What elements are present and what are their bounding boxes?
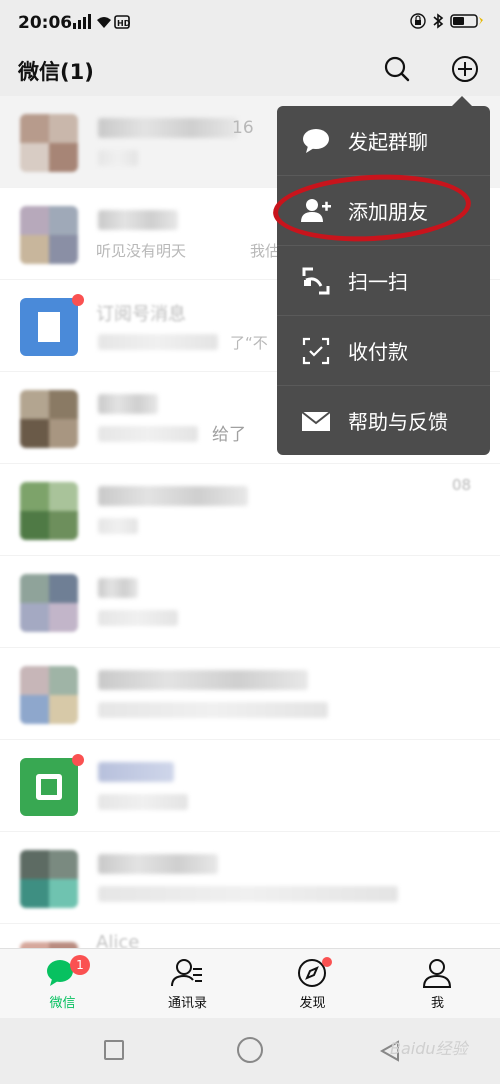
avatar: [20, 390, 78, 448]
chat-row[interactable]: 08: [0, 464, 500, 556]
chat-name: [98, 578, 138, 598]
chat-name: [98, 118, 238, 138]
menu-item-label: 收付款: [348, 340, 408, 364]
menu-item-label: 发起群聊: [348, 130, 428, 154]
tab-contacts[interactable]: 通讯录: [125, 949, 250, 1019]
avatar: [20, 850, 78, 908]
tab-label: 我: [430, 996, 444, 1011]
tab-label: 发现: [299, 996, 326, 1011]
tab-discover[interactable]: 发现: [250, 949, 375, 1019]
unread-dot: [72, 754, 84, 766]
avatar: [20, 206, 78, 264]
tab-chats[interactable]: 1 微信: [0, 949, 125, 1019]
chat-time: 16: [232, 118, 254, 138]
tab-me[interactable]: 我: [375, 949, 500, 1019]
unread-dot: [72, 294, 84, 306]
avatar: [20, 666, 78, 724]
chat-row[interactable]: [0, 648, 500, 740]
tab-label: 通讯录: [167, 996, 207, 1011]
chat-preview: [98, 518, 138, 534]
chat-name: [98, 670, 308, 690]
menu-item-label: 帮助与反馈: [348, 410, 448, 434]
chat-row[interactable]: [0, 740, 500, 832]
tab-bar: 1 微信 通讯录 发现 我: [0, 948, 500, 1018]
payment-icon: [302, 337, 330, 365]
chat-preview-tail: 给了: [212, 425, 246, 445]
status-right-icons: [410, 13, 484, 29]
chat-preview: [98, 150, 138, 166]
menu-item-scan[interactable]: 扫一扫: [277, 246, 490, 316]
menu-item-help[interactable]: 帮助与反馈: [277, 386, 490, 456]
chat-preview-tail: 了“不: [230, 334, 268, 352]
chat-name: [98, 210, 178, 230]
avatar: [20, 574, 78, 632]
chat-row[interactable]: [0, 556, 500, 648]
avatar: [20, 482, 78, 540]
status-bar: 20:06 HD: [0, 0, 500, 44]
unread-badge: 1: [70, 955, 90, 975]
chat-row[interactable]: [0, 832, 500, 924]
avatar: [20, 114, 78, 172]
chat-preview: [98, 426, 198, 442]
menu-item-payment[interactable]: 收付款: [277, 316, 490, 386]
add-menu-icon[interactable]: [450, 54, 480, 84]
watermark: Baidu经验: [390, 1039, 468, 1058]
svg-text:HD: HD: [117, 19, 131, 28]
status-time: 20:06: [18, 13, 73, 33]
search-icon[interactable]: [382, 54, 412, 84]
avatar: [20, 758, 78, 816]
menu-arrow: [452, 96, 472, 106]
scan-icon: [302, 267, 330, 295]
signal-icons: HD: [73, 14, 131, 34]
chat-name: [98, 762, 174, 782]
app-header: 微信(1): [0, 44, 500, 96]
recent-apps-button[interactable]: [104, 1040, 124, 1060]
chat-name: 订阅号消息: [96, 304, 186, 325]
contacts-icon: [171, 959, 202, 987]
chat-preview: [98, 886, 398, 902]
avatar: [20, 298, 78, 356]
menu-item-label: 扫一扫: [348, 270, 408, 294]
chat-preview: 听见没有明天: [96, 242, 187, 260]
chat-preview: [98, 702, 328, 718]
chat-preview: [98, 610, 178, 626]
chat-time: 08: [452, 476, 472, 494]
me-icon: [422, 959, 452, 988]
page-title: 微信(1): [18, 60, 94, 84]
chat-name: [98, 854, 218, 874]
chat-name: Alice: [96, 932, 140, 948]
chat-preview: [98, 794, 188, 810]
chat-name: [98, 486, 248, 506]
chat-name: [98, 394, 158, 414]
bluetooth-icon: [433, 13, 444, 29]
home-button[interactable]: [237, 1037, 263, 1063]
lock-icon: [410, 13, 426, 29]
battery-icon: [450, 14, 483, 28]
chat-row[interactable]: Alice: [0, 924, 500, 948]
mail-icon: [301, 411, 331, 431]
chat-preview-tail: 我估: [250, 242, 281, 260]
chat-preview: [98, 334, 218, 350]
menu-item-group-chat[interactable]: 发起群聊: [277, 106, 490, 176]
notification-dot: [322, 957, 332, 967]
chat-bubble-icon: [303, 129, 329, 153]
plus-dropdown-menu: 发起群聊 添加朋友 扫一扫 收付款 帮助与反馈: [277, 96, 490, 456]
tab-label: 微信: [49, 996, 76, 1011]
